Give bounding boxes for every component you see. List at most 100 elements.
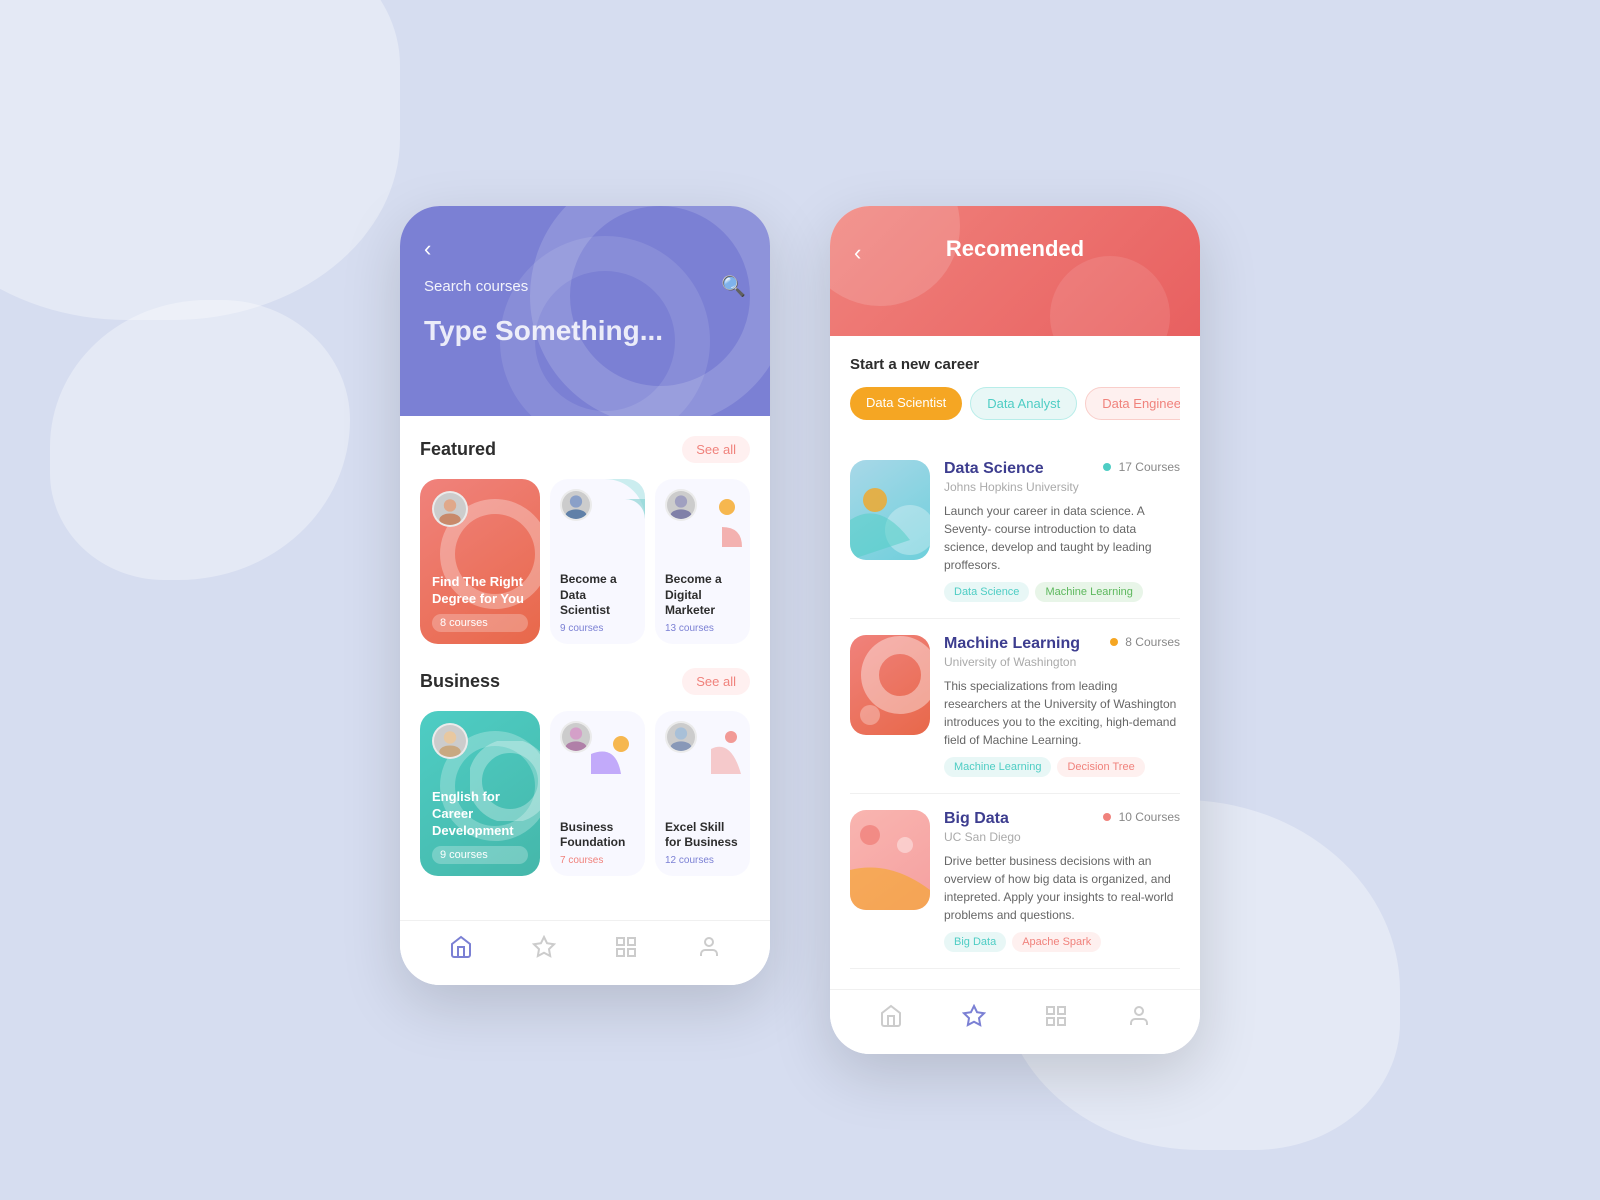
phone2-header: ‹ Recomended: [830, 206, 1200, 336]
card-data-scientist[interactable]: Become a Data Scientist 9 courses: [550, 479, 645, 644]
nav-home-2[interactable]: [879, 1004, 903, 1034]
featured-title: Featured: [420, 439, 496, 460]
filter-data-engineer[interactable]: Data Engineer: [1085, 387, 1180, 420]
phone1-bottom-nav: [400, 920, 770, 985]
business-see-all[interactable]: See all: [682, 668, 750, 695]
course-info-big-data: Big Data 10 Courses UC San Diego Drive b…: [944, 810, 1180, 952]
card-english-career[interactable]: English for Career Development 9 courses: [420, 711, 540, 876]
card-deco-dm: [672, 487, 742, 557]
count-dot-ml: [1110, 638, 1118, 646]
course-name-ds: Data Science: [944, 460, 1044, 478]
career-title: Start a new career: [850, 356, 1180, 373]
avatar-english-career: [432, 723, 468, 759]
course-university-ds: Johns Hopkins University: [944, 480, 1180, 494]
card-avatar-find-degree: [432, 491, 468, 527]
tag-machine-learning[interactable]: Machine Learning: [944, 757, 1051, 777]
business-cards-row: English for Career Development 9 courses…: [420, 711, 750, 876]
card-excel-skill[interactable]: Excel Skill for Business 12 courses: [655, 711, 750, 876]
tag-big-data[interactable]: Big Data: [944, 932, 1006, 952]
card-big-courses-find-degree: 8 courses: [432, 614, 528, 632]
course-title-row-ds: Data Science 17 Courses: [944, 460, 1180, 478]
search-label: Search courses: [424, 278, 528, 295]
search-bar-row: Search courses 🔍: [424, 274, 746, 299]
business-title: Business: [420, 671, 500, 692]
tag-decision-tree[interactable]: Decision Tree: [1057, 757, 1144, 777]
nav-favorites-1[interactable]: [532, 935, 556, 965]
nav-courses-1[interactable]: [614, 935, 638, 965]
card-deco-es: [676, 719, 746, 784]
featured-cards-row: Find The Right Degree for You 8 courses …: [420, 479, 750, 644]
course-count-ds: 17 Courses: [1103, 460, 1180, 474]
nav-profile-2[interactable]: [1127, 1004, 1151, 1034]
card-small-courses-ds: 9 courses: [560, 623, 635, 634]
course-thumb-data-science: [850, 460, 930, 560]
card-small-title-dm: Become a Digital Marketer: [665, 572, 740, 619]
course-item-big-data[interactable]: Big Data 10 Courses UC San Diego Drive b…: [850, 794, 1180, 969]
thumb-deco-ds: [850, 460, 930, 560]
thumb-deco-ml: [850, 635, 930, 735]
count-dot-ds: [1103, 463, 1111, 471]
course-item-machine-learning[interactable]: Machine Learning 8 Courses University of…: [850, 619, 1180, 794]
course-title-row-bd: Big Data 10 Courses: [944, 810, 1180, 828]
card-big-courses-english: 9 courses: [432, 846, 528, 864]
nav-profile-1[interactable]: [697, 935, 721, 965]
phone2-title: Recomended: [854, 236, 1176, 262]
nav-courses-2[interactable]: [1044, 1004, 1068, 1034]
featured-section-header: Featured See all: [420, 436, 750, 463]
card-small-title-ds: Become a Data Scientist: [560, 572, 635, 619]
course-count-ml: 8 Courses: [1110, 635, 1180, 649]
card-big-title-find-degree: Find The Right Degree for You: [432, 574, 528, 608]
back-button[interactable]: ‹: [424, 236, 746, 262]
thumb-deco-bd: [850, 810, 930, 910]
card-business-foundation[interactable]: Business Foundation 7 courses: [550, 711, 645, 876]
nav-home-1[interactable]: [449, 935, 473, 965]
course-name-ml: Machine Learning: [944, 635, 1080, 653]
course-count-bd: 10 Courses: [1103, 810, 1180, 824]
card-small-title-es: Excel Skill for Business: [665, 820, 740, 851]
course-tags-ml: Machine Learning Decision Tree: [944, 757, 1180, 777]
phone-search: ‹ Search courses 🔍 Type Something... Fea…: [400, 206, 770, 985]
card-digital-marketer[interactable]: Become a Digital Marketer 13 courses: [655, 479, 750, 644]
tag-apache-spark[interactable]: Apache Spark: [1012, 932, 1101, 952]
course-university-bd: UC San Diego: [944, 830, 1180, 844]
count-dot-bd: [1103, 813, 1111, 821]
course-desc-bd: Drive better business decisions with an …: [944, 852, 1180, 924]
filter-tabs: Data Scientist Data Analyst Data Enginee…: [850, 387, 1180, 420]
bg-decoration-1: [0, 0, 400, 320]
course-info-machine-learning: Machine Learning 8 Courses University of…: [944, 635, 1180, 777]
card-deco-ds: [565, 479, 645, 559]
course-item-data-science[interactable]: Data Science 17 Courses Johns Hopkins Un…: [850, 444, 1180, 619]
bg-decoration-3: [50, 300, 350, 580]
phone2-bottom-nav: [830, 989, 1200, 1054]
course-desc-ml: This specializations from leading resear…: [944, 677, 1180, 749]
course-title-row-ml: Machine Learning 8 Courses: [944, 635, 1180, 653]
card-small-courses-dm: 13 courses: [665, 623, 740, 634]
phones-container: ‹ Search courses 🔍 Type Something... Fea…: [400, 146, 1200, 1054]
card-find-degree[interactable]: Find The Right Degree for You 8 courses: [420, 479, 540, 644]
filter-data-scientist[interactable]: Data Scientist: [850, 387, 962, 420]
course-tags-bd: Big Data Apache Spark: [944, 932, 1180, 952]
business-section-header: Business See all: [420, 668, 750, 695]
phone1-body: Featured See all Find The Right Degree f…: [400, 416, 770, 920]
card-small-courses-es: 12 courses: [665, 855, 740, 866]
course-thumb-machine-learning: [850, 635, 930, 735]
course-info-data-science: Data Science 17 Courses Johns Hopkins Un…: [944, 460, 1180, 602]
phone-recommended: ‹ Recomended Start a new career Data Sci…: [830, 206, 1200, 1054]
phone1-header: ‹ Search courses 🔍 Type Something...: [400, 206, 770, 416]
phone2-body: Start a new career Data Scientist Data A…: [830, 336, 1200, 989]
course-tags-ds: Data Science Machine Learning: [944, 582, 1180, 602]
filter-data-analyst[interactable]: Data Analyst: [970, 387, 1077, 420]
featured-see-all[interactable]: See all: [682, 436, 750, 463]
card-small-title-bf: Business Foundation: [560, 820, 635, 851]
teal-card-deco: [470, 741, 540, 821]
course-thumb-big-data: [850, 810, 930, 910]
tag-machine-learning-ds[interactable]: Machine Learning: [1035, 582, 1142, 602]
nav-favorites-2[interactable]: [962, 1004, 986, 1034]
course-desc-ds: Launch your career in data science. A Se…: [944, 502, 1180, 574]
search-icon[interactable]: 🔍: [721, 274, 746, 299]
course-name-bd: Big Data: [944, 810, 1009, 828]
search-placeholder[interactable]: Type Something...: [424, 315, 746, 347]
tag-data-science[interactable]: Data Science: [944, 582, 1029, 602]
card-deco-bf: [571, 719, 641, 784]
card-small-courses-bf: 7 courses: [560, 855, 635, 866]
